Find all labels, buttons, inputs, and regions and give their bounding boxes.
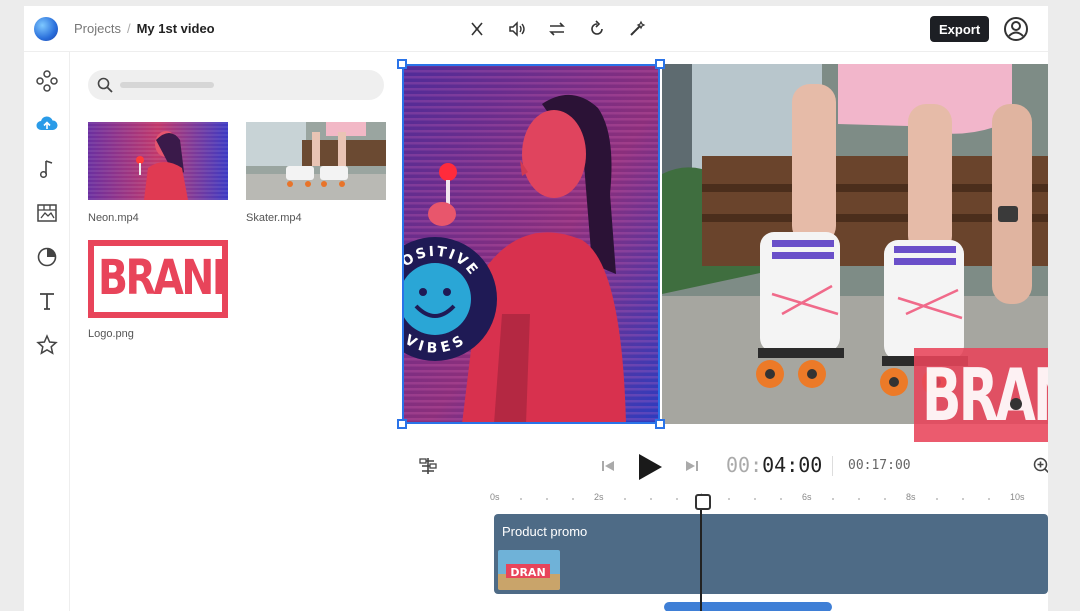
app-logo-icon[interactable] (34, 17, 58, 41)
brand-logo-overlay[interactable]: BRAND (914, 348, 1048, 442)
transitions-icon[interactable] (34, 244, 60, 270)
rotate-icon[interactable] (584, 16, 610, 42)
media-name-neon: Neon.mp4 (88, 212, 139, 224)
ruler-dot (858, 498, 860, 500)
media-thumb-skater[interactable] (246, 122, 386, 200)
search-placeholder (120, 82, 214, 88)
cursor-indicator (1010, 398, 1022, 410)
magic-wand-icon[interactable] (624, 16, 650, 42)
volume-icon[interactable] (504, 16, 530, 42)
top-bar: Projects / My 1st video Export (24, 6, 1048, 52)
media-library: Neon.mp4 Skater.mp4 BRAND Logo.png (70, 52, 400, 611)
text-icon[interactable] (34, 288, 60, 314)
ruler-dot (624, 498, 626, 500)
breadcrumb-current[interactable]: My 1st video (137, 21, 215, 36)
templates-icon[interactable] (34, 68, 60, 94)
ruler-dot (936, 498, 938, 500)
track-label: Product promo (502, 524, 588, 539)
timeline-settings-icon[interactable] (418, 456, 438, 481)
media-thumb-logo[interactable]: BRAND (88, 240, 228, 318)
ruler-dot (962, 498, 964, 500)
video-preview[interactable]: POSITIVE VIBES (397, 59, 1048, 442)
upload-icon[interactable] (34, 112, 60, 138)
ruler-dot (988, 498, 990, 500)
ruler-tick-2s: 2s (594, 492, 604, 502)
zoom-in-icon[interactable] (1032, 456, 1048, 481)
ruler-dot (884, 498, 886, 500)
breadcrumb-projects[interactable]: Projects (74, 21, 121, 36)
ruler-dot (520, 498, 522, 500)
breadcrumb-separator: / (126, 21, 131, 36)
ruler-dot (728, 498, 730, 500)
ruler-dot (676, 498, 678, 500)
ruler-tick-0s: 0s (490, 492, 500, 502)
playback-controls: 00:04:00 00:17:00 (404, 446, 1048, 486)
left-rail (24, 52, 70, 611)
current-time-main: 04:00 (762, 453, 823, 477)
media-name-skater: Skater.mp4 (246, 212, 302, 224)
scenes-icon[interactable] (34, 200, 60, 226)
video-track[interactable]: Product promo DRAN (494, 514, 1048, 594)
ruler-dot (650, 498, 652, 500)
media-name-logo: Logo.png (88, 328, 134, 340)
breadcrumb: Projects / My 1st video (74, 21, 215, 36)
export-button[interactable]: Export (930, 16, 990, 42)
logo-thumb-text: BRAND (98, 250, 228, 306)
audio-icon[interactable] (34, 156, 60, 182)
ruler-dot (780, 498, 782, 500)
track-thumbnail[interactable]: DRAN (498, 550, 560, 590)
media-thumb-neon[interactable] (88, 122, 228, 200)
skip-forward-icon[interactable] (684, 458, 700, 479)
app-window: Projects / My 1st video Export Neon.mp4 … (24, 6, 1048, 611)
account-icon[interactable] (1002, 15, 1030, 43)
ruler-dot (832, 498, 834, 500)
resize-handle-tl[interactable] (397, 59, 407, 69)
search-input[interactable] (88, 70, 384, 100)
ruler-tick-8s: 8s (906, 492, 916, 502)
brand-overlay-text: BRAND (922, 353, 1048, 437)
play-button[interactable] (636, 452, 664, 487)
time-ruler[interactable]: 0s2s4s6s8s10s (404, 492, 1048, 512)
current-time: 00:04:00 (726, 453, 822, 477)
skip-back-icon[interactable] (600, 458, 616, 479)
ruler-dot (572, 498, 574, 500)
resize-handle-br[interactable] (655, 419, 665, 429)
ruler-dot (754, 498, 756, 500)
favorites-icon[interactable] (34, 332, 60, 358)
playhead[interactable] (695, 494, 711, 611)
search-icon (97, 77, 113, 93)
total-duration: 00:17:00 (848, 458, 911, 473)
swap-icon[interactable] (544, 16, 570, 42)
edit-toolbar (464, 16, 650, 42)
ruler-dot (546, 498, 548, 500)
resize-handle-bl[interactable] (397, 419, 407, 429)
track-thumb-text: DRAN (510, 566, 545, 579)
resize-handle-tr[interactable] (655, 59, 665, 69)
timeline-panel: 00:04:00 00:17:00 0s2s4s6s8s10s Product … (404, 446, 1048, 611)
ruler-tick-10s: 10s (1010, 492, 1025, 502)
ruler-tick-6s: 6s (802, 492, 812, 502)
audio-track-bar[interactable] (664, 602, 832, 611)
current-time-prefix: 00: (726, 453, 763, 477)
split-icon[interactable] (464, 16, 490, 42)
selection-frame[interactable] (402, 64, 660, 424)
